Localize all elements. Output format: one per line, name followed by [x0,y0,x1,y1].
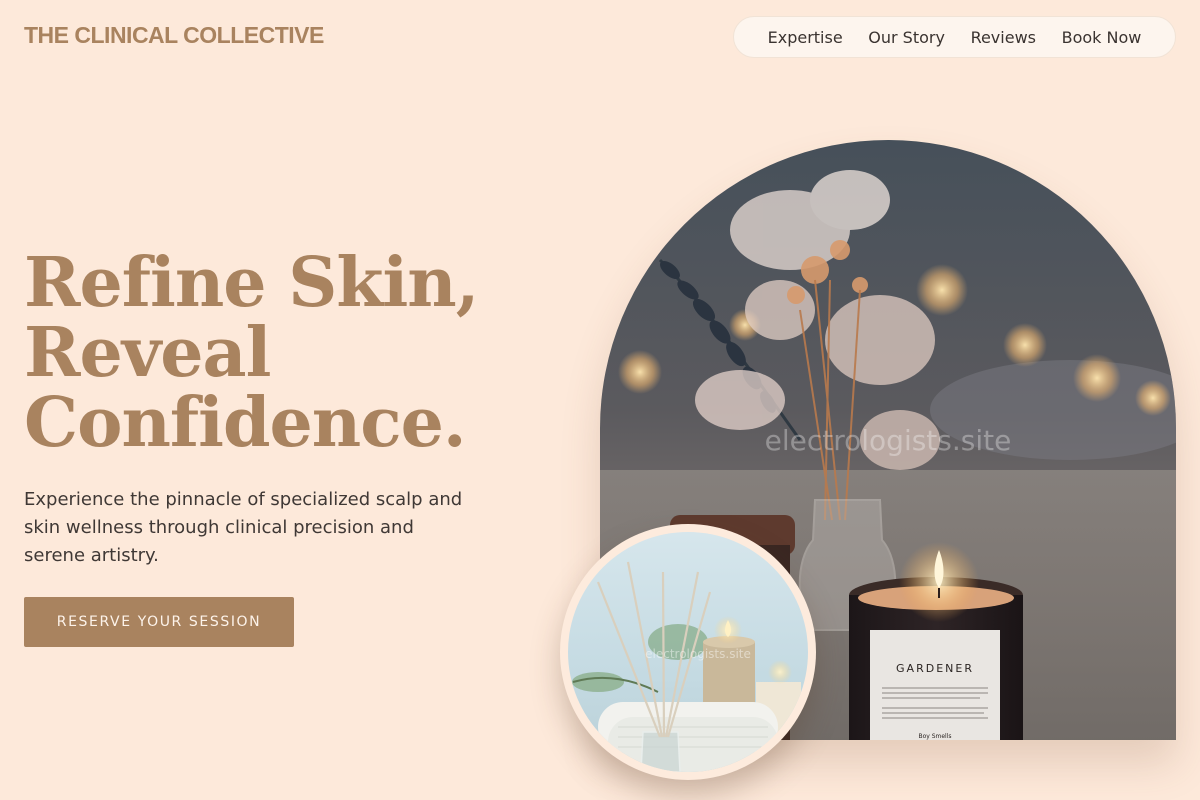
main-image-watermark: electrologists.site [764,424,1012,457]
candle-brand-text: Boy Smells [918,733,951,740]
reserve-session-button[interactable]: RESERVE YOUR SESSION [24,597,294,647]
main-nav: Expertise Our Story Reviews Book Now [733,16,1176,58]
small-image-watermark: electrologists.site [645,647,751,661]
hero-subtext: Experience the pinnacle of specialized s… [24,489,463,566]
nav-our-story[interactable]: Our Story [868,28,945,47]
nav-expertise[interactable]: Expertise [768,28,843,47]
nav-reviews[interactable]: Reviews [971,28,1036,47]
candle-label-text: GARDENER [896,662,974,675]
nav-book-now[interactable]: Book Now [1062,28,1142,47]
site-logo[interactable]: THE CLINICAL COLLECTIVE [24,22,324,49]
hero-headline: Refine Skin, Reveal Confidence. [24,248,544,458]
spa-circle-image: electrologists.site [560,524,816,780]
reed-diffuser-illustration: electrologists.site [568,532,808,772]
headline-line-1: Refine Skin, [24,243,479,323]
headline-line-2: Reveal [24,313,271,393]
headline-line-3: Confidence. [24,383,467,463]
